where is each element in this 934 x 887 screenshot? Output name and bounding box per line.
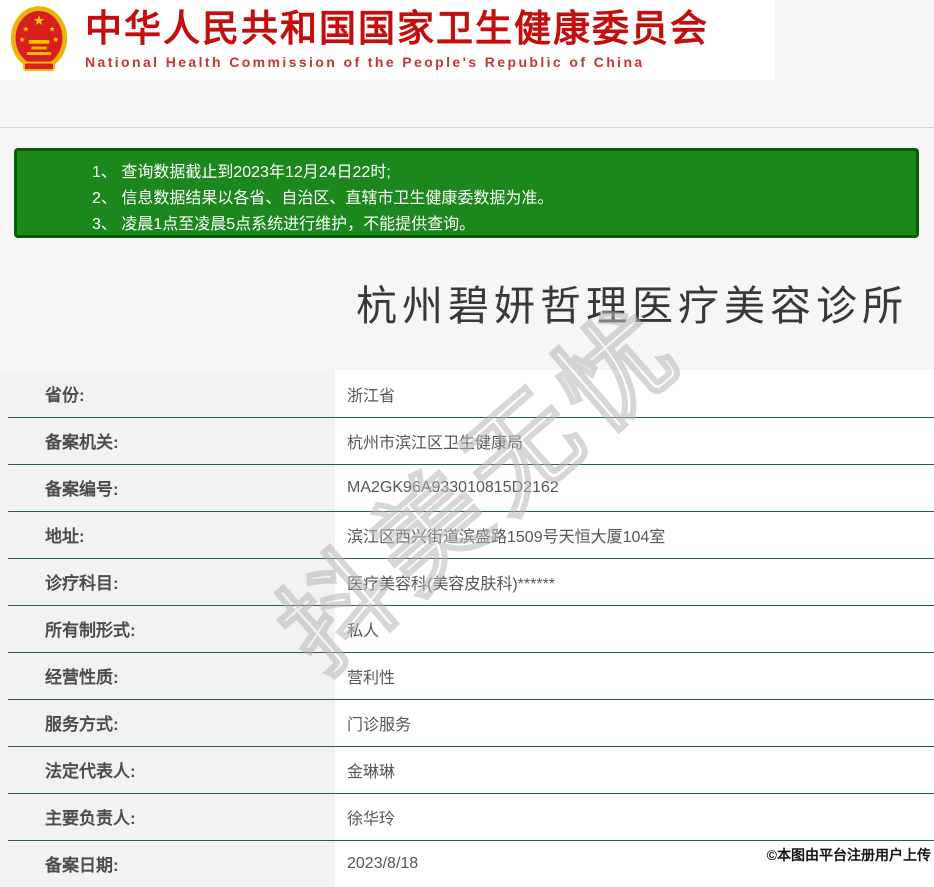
row-value: 杭州市滨江区卫生健康局 bbox=[335, 417, 934, 464]
table-row: 地址: 滨江区西兴街道滨盛路1509号天恒大厦104室 bbox=[0, 511, 934, 558]
row-label: 省份: bbox=[0, 370, 335, 417]
notice-item: 3、 凌晨1点至凌晨5点系统进行维护，不能提供查询。 bbox=[92, 216, 476, 233]
table-row: 法定代表人: 金琳琳 bbox=[0, 746, 934, 793]
table-row: 服务方式: 门诊服务 bbox=[0, 699, 934, 746]
row-value: 浙江省 bbox=[335, 370, 934, 417]
row-label: 备案日期: bbox=[0, 840, 335, 887]
table-row: 诊疗科目: 医疗美容科(美容皮肤科)****** bbox=[0, 558, 934, 605]
row-value: 门诊服务 bbox=[335, 699, 934, 746]
row-value: MA2GK96A933010815D2162 bbox=[335, 464, 934, 511]
site-title-en: National Health Commission of the People… bbox=[85, 53, 645, 70]
row-value: 医疗美容科(美容皮肤科)****** bbox=[335, 558, 934, 605]
header-titles: 中华人民共和国国家卫生健康委员会 National Health Commiss… bbox=[85, 8, 709, 70]
table-row: 所有制形式: 私人 bbox=[0, 605, 934, 652]
table-row: 备案编号: MA2GK96A933010815D2162 bbox=[0, 464, 934, 511]
row-label: 主要负责人: bbox=[0, 793, 335, 840]
row-label: 诊疗科目: bbox=[0, 558, 335, 605]
row-label: 服务方式: bbox=[0, 699, 335, 746]
row-value: 私人 bbox=[335, 605, 934, 652]
table-row: 主要负责人: 徐华玲 bbox=[0, 793, 934, 840]
national-emblem-icon: ★ ★ ★ ★ ★ bbox=[10, 6, 68, 71]
svg-text:★: ★ bbox=[53, 35, 60, 44]
row-label: 经营性质: bbox=[0, 652, 335, 699]
row-label: 备案编号: bbox=[0, 464, 335, 511]
row-label: 所有制形式: bbox=[0, 605, 335, 652]
header-divider bbox=[0, 127, 934, 129]
notice-item: 1、 查询数据截止到2023年12月24日22时; bbox=[92, 164, 391, 181]
notice-item: 2、 信息数据结果以各省、自治区、直辖市卫生健康委数据为准。 bbox=[92, 190, 554, 207]
svg-text:★: ★ bbox=[33, 13, 45, 28]
row-value: 营利性 bbox=[335, 652, 934, 699]
table-row: 经营性质: 营利性 bbox=[0, 652, 934, 699]
svg-text:★: ★ bbox=[23, 25, 30, 34]
details-table: 省份: 浙江省 备案机关: 杭州市滨江区卫生健康局 备案编号: MA2GK96A… bbox=[0, 370, 934, 887]
svg-text:★: ★ bbox=[49, 25, 56, 34]
site-title-cn: 中华人民共和国国家卫生健康委员会 bbox=[85, 8, 709, 50]
row-value: 滨江区西兴街道滨盛路1509号天恒大厦104室 bbox=[335, 511, 934, 558]
row-value: 金琳琳 bbox=[335, 746, 934, 793]
site-header: ★ ★ ★ ★ ★ 中华人民共和国国家卫生健康委员会 National Heal… bbox=[0, 0, 775, 80]
row-label: 备案机关: bbox=[0, 417, 335, 464]
notice-box: 1、 查询数据截止到2023年12月24日22时; 2、 信息数据结果以各省、自治… bbox=[14, 148, 919, 238]
svg-text:★: ★ bbox=[19, 35, 26, 44]
table-row: 省份: 浙江省 bbox=[0, 370, 934, 417]
institution-name-title: 杭州碧妍哲理医疗美容诊所 bbox=[356, 283, 908, 329]
row-value: 徐华玲 bbox=[335, 793, 934, 840]
row-label: 法定代表人: bbox=[0, 746, 335, 793]
attribution-note: ©本图由平台注册用户上传 bbox=[766, 847, 931, 863]
notice-list: 1、 查询数据截止到2023年12月24日22时; 2、 信息数据结果以各省、自治… bbox=[92, 160, 906, 238]
table-row: 备案机关: 杭州市滨江区卫生健康局 bbox=[0, 417, 934, 464]
row-label: 地址: bbox=[0, 511, 335, 558]
